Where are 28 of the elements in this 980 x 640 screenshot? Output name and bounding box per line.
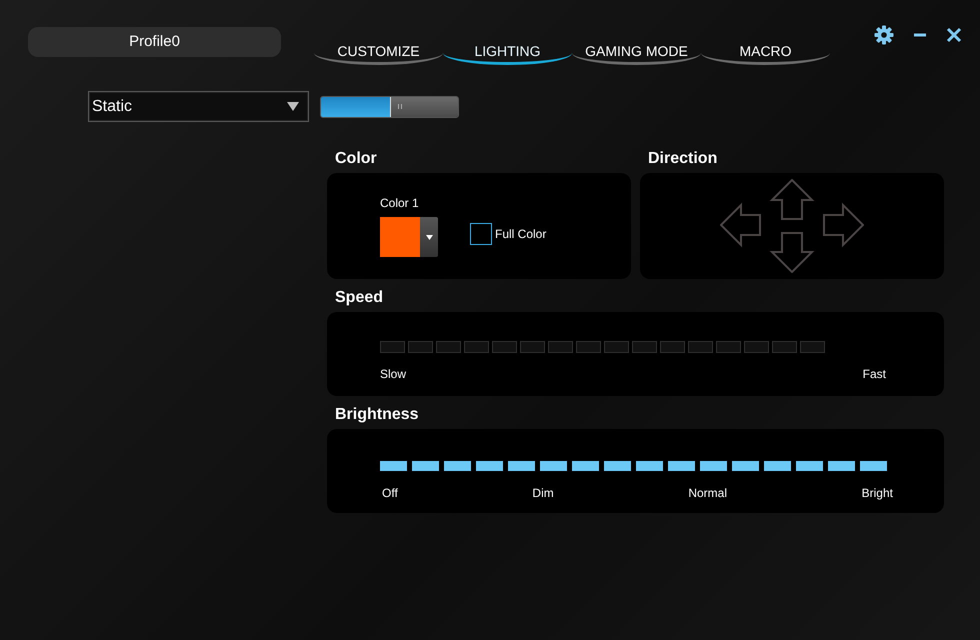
scale-label: Normal [688, 485, 728, 502]
caret-icon [426, 234, 432, 240]
scale-label: Bright [862, 485, 893, 502]
checkbox-label: Full Color [495, 226, 546, 243]
tab[interactable]: LIGHTING [443, 41, 572, 65]
scale-label: Fast [862, 366, 886, 383]
minimize-icon[interactable] [914, 33, 926, 37]
tab[interactable]: GAMING MODE [572, 41, 701, 65]
caret-icon [287, 102, 299, 111]
tab[interactable]: MACRO [701, 41, 830, 65]
color-picker[interactable] [380, 217, 438, 257]
checkbox[interactable] [470, 223, 492, 245]
scale-label: Off [382, 485, 398, 502]
toggle-switch[interactable] [320, 96, 459, 118]
scale-label: Dim [532, 485, 554, 502]
section-title: Color [335, 149, 378, 169]
profile-name[interactable]: Profile0 [28, 27, 281, 57]
scale-label: Slow [380, 366, 406, 383]
section-title: Direction [648, 149, 718, 169]
section-title: Speed [335, 288, 384, 308]
tab[interactable]: CUSTOMIZE [314, 41, 443, 65]
dropdown-value: Static [92, 96, 134, 116]
section-title: Brightness [335, 405, 420, 425]
color-label: Color 1 [380, 195, 420, 212]
close-icon[interactable] [946, 27, 962, 43]
brightness-slider[interactable] [380, 461, 887, 471]
settings-icon[interactable] [874, 25, 894, 45]
effect-dropdown[interactable]: Static [88, 91, 309, 122]
